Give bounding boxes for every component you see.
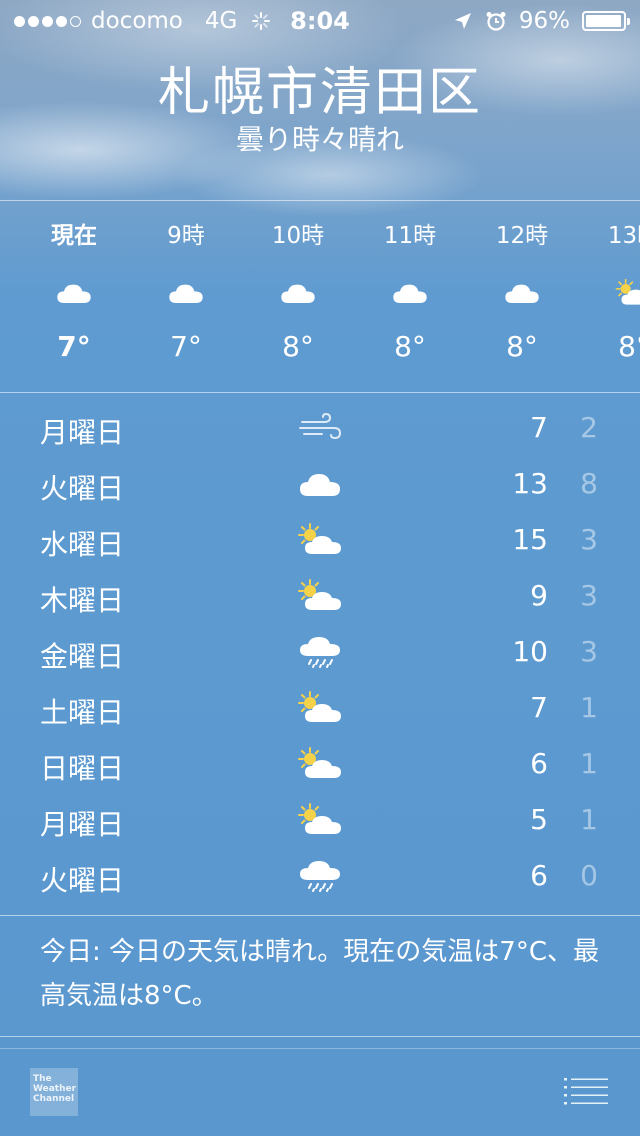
footer-toolbar: The Weather Channel bbox=[0, 1048, 640, 1136]
daily-row: 月曜日 7 2 bbox=[0, 400, 640, 456]
day-name: 土曜日 bbox=[40, 696, 125, 729]
daily-row: 土曜日 7 1 bbox=[0, 680, 640, 736]
day-name: 月曜日 bbox=[40, 416, 125, 449]
rain-icon bbox=[296, 634, 344, 670]
hour-temperature: 8° bbox=[506, 330, 538, 363]
cloud-icon bbox=[388, 278, 432, 308]
location-arrow-icon bbox=[454, 13, 471, 29]
day-name: 火曜日 bbox=[40, 864, 125, 897]
day-high-temperature: 9 bbox=[530, 579, 548, 612]
cloud-icon bbox=[296, 466, 344, 502]
divider bbox=[0, 915, 640, 916]
cloud-icon bbox=[52, 278, 96, 308]
day-high-temperature: 5 bbox=[530, 803, 548, 836]
divider bbox=[0, 200, 640, 201]
status-right: 96% bbox=[453, 8, 630, 34]
partly-sunny-icon bbox=[612, 278, 640, 308]
daily-row: 月曜日 5 1 bbox=[0, 792, 640, 848]
daily-row: 日曜日 6 1 bbox=[0, 736, 640, 792]
day-high-temperature: 6 bbox=[530, 859, 548, 892]
cloud-icon bbox=[164, 278, 208, 308]
day-low-temperature: 2 bbox=[580, 411, 598, 444]
daily-row: 金曜日 10 3 bbox=[0, 624, 640, 680]
day-high-temperature: 6 bbox=[530, 747, 548, 780]
hour-temperature: 8° bbox=[618, 330, 640, 363]
day-name: 火曜日 bbox=[40, 472, 125, 505]
day-name: 日曜日 bbox=[40, 752, 125, 785]
hourly-item: 9時 7° bbox=[130, 202, 242, 363]
hourly-item: 11時 8° bbox=[354, 202, 466, 363]
day-high-temperature: 13 bbox=[512, 467, 548, 500]
battery-icon bbox=[582, 11, 630, 31]
current-condition: 曇り時々晴れ bbox=[235, 123, 404, 156]
day-low-temperature: 3 bbox=[580, 635, 598, 668]
day-low-temperature: 0 bbox=[580, 859, 598, 892]
partly-sunny-icon bbox=[296, 690, 344, 726]
partly-sunny-icon bbox=[296, 522, 344, 558]
day-name: 月曜日 bbox=[40, 808, 125, 841]
list-icon[interactable] bbox=[564, 1076, 608, 1106]
alarm-clock-icon bbox=[486, 12, 506, 31]
divider bbox=[0, 1036, 640, 1037]
city-name: 札幌市清田区 bbox=[157, 63, 482, 123]
hour-label: 10時 bbox=[271, 223, 325, 249]
day-name: 木曜日 bbox=[40, 584, 125, 617]
hour-label: 11時 bbox=[383, 223, 437, 249]
hour-temperature: 7° bbox=[57, 330, 91, 363]
partly-sunny-icon bbox=[296, 802, 344, 838]
day-low-temperature: 1 bbox=[580, 803, 598, 836]
day-high-temperature: 10 bbox=[512, 635, 548, 668]
cloud-icon bbox=[276, 278, 320, 308]
hour-label: 13時 bbox=[607, 223, 640, 249]
hourly-forecast[interactable]: 現在 7° 9時 7° 10時 8° 11時 8° 12時 8° 13時 8° bbox=[0, 202, 640, 390]
hour-temperature: 8° bbox=[394, 330, 426, 363]
partly-sunny-icon bbox=[296, 578, 344, 614]
hour-temperature: 8° bbox=[282, 330, 314, 363]
cloud-icon bbox=[500, 278, 544, 308]
day-low-temperature: 8 bbox=[580, 467, 598, 500]
day-low-temperature: 1 bbox=[580, 747, 598, 780]
rain-icon bbox=[296, 858, 344, 894]
hourly-item: 13時 8° bbox=[578, 202, 640, 363]
battery-percentage: 96% bbox=[518, 8, 570, 34]
day-high-temperature: 7 bbox=[530, 411, 548, 444]
day-name: 水曜日 bbox=[40, 528, 125, 561]
divider bbox=[0, 392, 640, 393]
wind-icon bbox=[296, 410, 344, 446]
daily-row: 木曜日 9 3 bbox=[0, 568, 640, 624]
weather-channel-logo[interactable]: The Weather Channel bbox=[30, 1068, 78, 1116]
hour-temperature: 7° bbox=[170, 330, 202, 363]
weather-channel-logo-text: The Weather Channel bbox=[33, 1074, 77, 1104]
hour-label: 現在 bbox=[51, 223, 97, 249]
daily-forecast[interactable]: 月曜日 7 2 火曜日 13 8 水曜日 15 3 木曜日 9 3 金曜日 10 3 土曜日 7 1 日曜日 6 1 月曜… bbox=[0, 400, 640, 904]
hourly-item: 10時 8° bbox=[242, 202, 354, 363]
day-name: 金曜日 bbox=[40, 640, 125, 673]
day-high-temperature: 7 bbox=[530, 691, 548, 724]
hourly-item: 12時 8° bbox=[466, 202, 578, 363]
hourly-item: 現在 7° bbox=[18, 202, 130, 363]
daily-row: 水曜日 15 3 bbox=[0, 512, 640, 568]
daily-row: 火曜日 6 0 bbox=[0, 848, 640, 904]
status-bar: docomo 4G 8:04 96% bbox=[0, 0, 640, 40]
day-low-temperature: 3 bbox=[580, 523, 598, 556]
partly-sunny-icon bbox=[296, 746, 344, 782]
day-low-temperature: 1 bbox=[580, 691, 598, 724]
hour-label: 9時 bbox=[167, 223, 205, 249]
battery-fill bbox=[586, 15, 621, 27]
day-high-temperature: 15 bbox=[512, 523, 548, 556]
day-low-temperature: 3 bbox=[580, 579, 598, 612]
hour-label: 12時 bbox=[495, 223, 549, 249]
today-summary: 今日: 今日の天気は晴れ。現在の気温は7°C、最高気温は8°C。 bbox=[40, 937, 599, 1011]
daily-row: 火曜日 13 8 bbox=[0, 456, 640, 512]
